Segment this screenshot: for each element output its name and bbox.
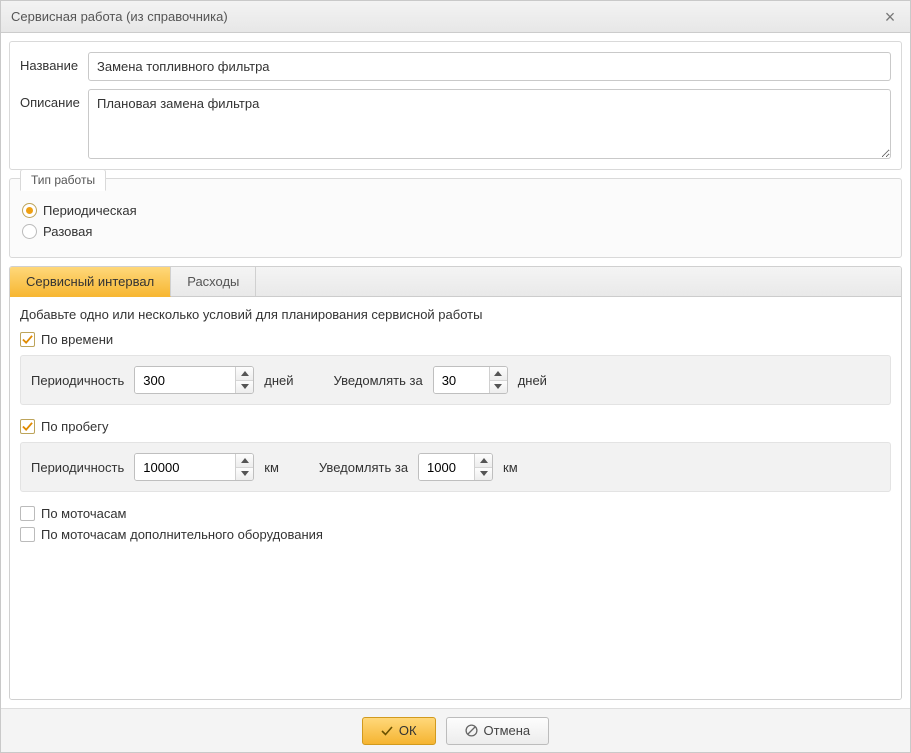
chevron-down-icon: [480, 471, 488, 476]
chevron-up-icon: [241, 458, 249, 463]
description-label: Описание: [20, 89, 88, 110]
time-period-label: Периодичность: [31, 373, 124, 388]
work-type-fieldset: Тип работы Периодическая Разовая: [9, 178, 902, 258]
checkbox-by-engine-hours-row[interactable]: По моточасам: [20, 506, 891, 521]
window-title: Сервисная работа (из справочника): [11, 9, 228, 24]
work-type-legend: Тип работы: [20, 169, 106, 191]
time-period-input[interactable]: [135, 367, 235, 393]
mileage-notify-input[interactable]: [419, 454, 474, 480]
close-icon[interactable]: ×: [880, 8, 900, 26]
chevron-up-icon: [494, 371, 502, 376]
time-notify-input[interactable]: [434, 367, 489, 393]
checkbox-by-engine-hours[interactable]: [20, 506, 35, 521]
radio-periodic[interactable]: [22, 203, 37, 218]
spin-up-button[interactable]: [475, 454, 492, 468]
cancel-button[interactable]: Отмена: [446, 717, 550, 745]
checkbox-by-equip-hours-row[interactable]: По моточасам дополнительного оборудовани…: [20, 527, 891, 542]
check-icon: [381, 725, 393, 737]
mileage-period-unit: км: [264, 460, 279, 475]
checkbox-by-equip-hours-label: По моточасам дополнительного оборудовани…: [41, 527, 323, 542]
name-label: Название: [20, 52, 88, 73]
mileage-period-label: Периодичность: [31, 460, 124, 475]
check-icon: [22, 508, 33, 519]
radio-periodic-row[interactable]: Периодическая: [22, 203, 889, 218]
ok-button-label: ОК: [399, 723, 417, 738]
mileage-period-spinner[interactable]: [134, 453, 254, 481]
cancel-icon: [465, 724, 478, 737]
spin-up-button[interactable]: [236, 367, 253, 381]
spinner-buttons: [235, 454, 253, 480]
radio-onetime[interactable]: [22, 224, 37, 239]
checkbox-by-equip-hours[interactable]: [20, 527, 35, 542]
dialog-service-work: Сервисная работа (из справочника) × Назв…: [0, 0, 911, 753]
time-notify-spinner[interactable]: [433, 366, 508, 394]
time-notify-unit: дней: [518, 373, 547, 388]
radio-onetime-row[interactable]: Разовая: [22, 224, 889, 239]
check-icon: [22, 421, 33, 432]
tab-body-interval: Добавьте одно или несколько условий для …: [10, 297, 901, 699]
checkbox-by-engine-hours-label: По моточасам: [41, 506, 127, 521]
tab-costs[interactable]: Расходы: [171, 267, 256, 296]
interval-help-text: Добавьте одно или несколько условий для …: [20, 307, 891, 322]
checkbox-by-time-label: По времени: [41, 332, 113, 347]
chevron-up-icon: [480, 458, 488, 463]
radio-dot-icon: [26, 207, 33, 214]
chevron-up-icon: [241, 371, 249, 376]
checkbox-by-time-row[interactable]: По времени: [20, 332, 891, 347]
cancel-button-label: Отмена: [484, 723, 531, 738]
name-input[interactable]: [88, 52, 891, 81]
tabs-host: Сервисный интервал Расходы Добавьте одно…: [9, 266, 902, 700]
time-period-spinner[interactable]: [134, 366, 254, 394]
content-area: Название Описание Плановая замена фильтр…: [1, 33, 910, 708]
spin-down-button[interactable]: [236, 468, 253, 481]
check-icon: [22, 334, 33, 345]
spin-up-button[interactable]: [236, 454, 253, 468]
time-period-unit: дней: [264, 373, 293, 388]
mileage-interval-block: Периодичность км Уведомлять за: [20, 442, 891, 492]
spin-down-button[interactable]: [490, 381, 507, 394]
titlebar: Сервисная работа (из справочника) ×: [1, 1, 910, 33]
chevron-down-icon: [241, 384, 249, 389]
spin-down-button[interactable]: [475, 468, 492, 481]
spinner-buttons: [235, 367, 253, 393]
mileage-notify-label: Уведомлять за: [319, 460, 408, 475]
checkbox-by-mileage[interactable]: [20, 419, 35, 434]
checkbox-by-time[interactable]: [20, 332, 35, 347]
description-row: Описание Плановая замена фильтра: [20, 89, 891, 159]
check-icon: [22, 529, 33, 540]
spin-up-button[interactable]: [490, 367, 507, 381]
chevron-down-icon: [494, 384, 502, 389]
basic-info-section: Название Описание Плановая замена фильтр…: [9, 41, 902, 170]
spinner-buttons: [489, 367, 507, 393]
time-interval-block: Периодичность дней Уведомлять за: [20, 355, 891, 405]
radio-onetime-label: Разовая: [43, 224, 92, 239]
ok-button[interactable]: ОК: [362, 717, 436, 745]
mileage-notify-unit: км: [503, 460, 518, 475]
radio-periodic-label: Периодическая: [43, 203, 137, 218]
tab-service-interval[interactable]: Сервисный интервал: [10, 267, 171, 297]
dialog-footer: ОК Отмена: [1, 708, 910, 752]
checkbox-by-mileage-row[interactable]: По пробегу: [20, 419, 891, 434]
tab-row: Сервисный интервал Расходы: [10, 267, 901, 297]
chevron-down-icon: [241, 471, 249, 476]
time-notify-label: Уведомлять за: [334, 373, 423, 388]
name-row: Название: [20, 52, 891, 81]
spinner-buttons: [474, 454, 492, 480]
mileage-period-input[interactable]: [135, 454, 235, 480]
checkbox-by-mileage-label: По пробегу: [41, 419, 108, 434]
spin-down-button[interactable]: [236, 381, 253, 394]
description-input[interactable]: Плановая замена фильтра: [88, 89, 891, 159]
mileage-notify-spinner[interactable]: [418, 453, 493, 481]
